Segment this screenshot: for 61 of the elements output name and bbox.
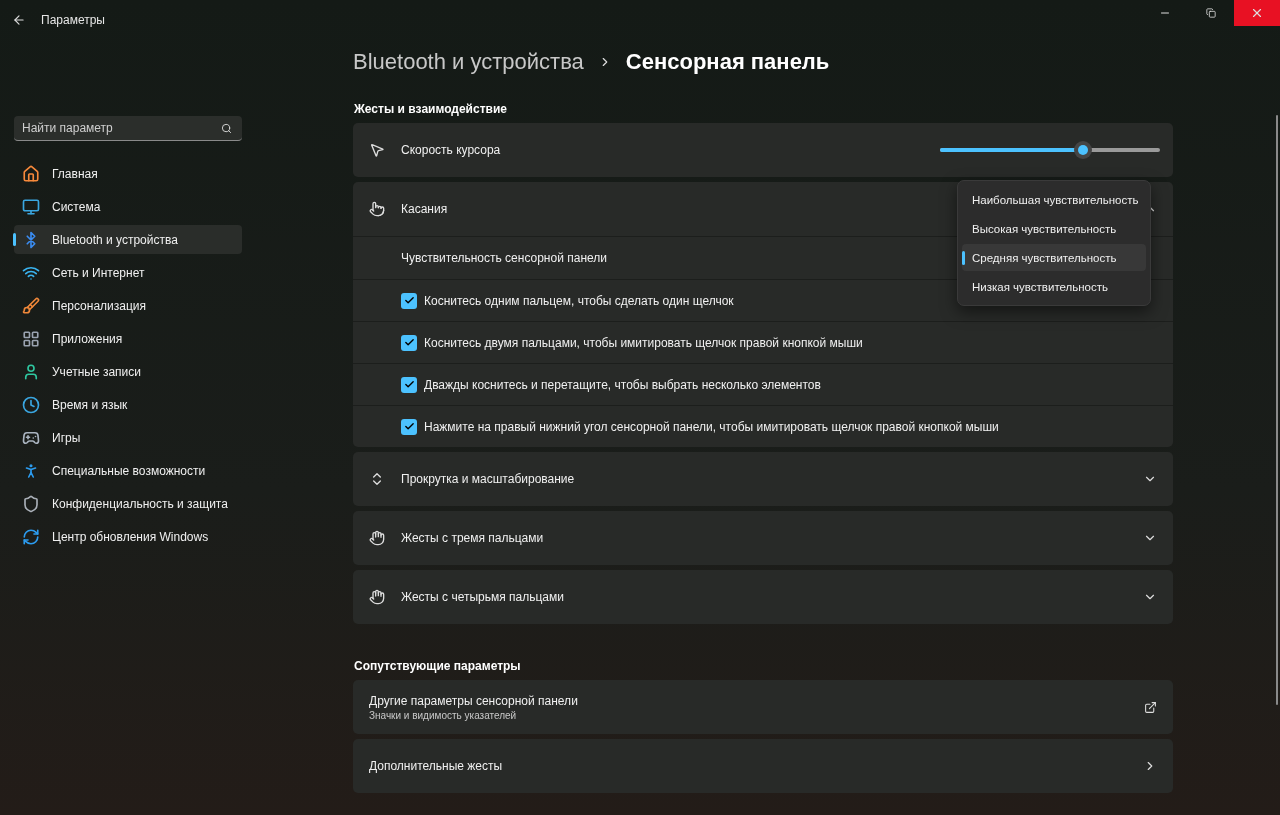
checkmark-icon: [403, 421, 415, 432]
home-icon: [22, 164, 40, 183]
menu-item[interactable]: Средняя чувствительность: [962, 244, 1146, 271]
touch-hand-icon: [369, 201, 385, 217]
menu-item[interactable]: Низкая чувствительность: [962, 273, 1146, 300]
brush-icon: [22, 296, 40, 315]
setting-label: Скорость курсора: [401, 143, 502, 157]
setting-label: Жесты с тремя пальцами: [401, 531, 545, 545]
search-field[interactable]: Найти параметр: [14, 116, 242, 141]
menu-item[interactable]: Высокая чувствительность: [962, 215, 1146, 242]
link-title: Дополнительные жесты: [369, 759, 504, 773]
link-card[interactable]: Другие параметры сенсорной панели Значки и видимость указателей: [353, 680, 1173, 734]
external-link-icon: [1144, 700, 1157, 714]
section-title: Сопутствующие параметры: [354, 659, 522, 673]
search-icon: [221, 123, 232, 134]
section-title: Жесты и взаимодействие: [354, 102, 508, 116]
nav-item[interactable]: Центр обновления Windows: [14, 522, 242, 551]
clock-icon: [22, 395, 40, 414]
nav-item[interactable]: Конфиденциальность и защита: [14, 489, 242, 518]
checkbox-label: Дважды коснитесь и перетащите, чтобы выбрать несколько элементов: [424, 377, 822, 392]
shield-icon: [22, 494, 40, 513]
checkbox[interactable]: [401, 292, 417, 309]
cursor-icon: [369, 142, 385, 158]
setting-label: Чувствительность сенсорной панели: [400, 251, 607, 265]
hand-icon: [369, 530, 385, 546]
nav-item[interactable]: Система: [14, 192, 242, 221]
restore-icon: [1206, 8, 1216, 18]
checkbox[interactable]: [401, 418, 417, 435]
nav-item[interactable]: Персонализация: [14, 291, 242, 320]
nav-item[interactable]: Учетные записи: [14, 357, 242, 386]
apps-grid-icon: [22, 329, 40, 348]
checkmark-icon: [403, 337, 415, 348]
menu-item[interactable]: Наибольшая чувствительность: [962, 186, 1146, 213]
close-icon: [1250, 6, 1264, 20]
checkbox-label: Нажмите на правый нижний угол сенсорной панели, чтобы имитировать щелчок правой кнопкой мыши: [424, 419, 1000, 434]
nav-item[interactable]: Bluetooth и устройства: [14, 225, 242, 254]
breadcrumb-link[interactable]: Bluetooth и устройства: [353, 49, 584, 75]
checkbox[interactable]: [401, 376, 417, 393]
nav-item[interactable]: Главная: [14, 159, 242, 188]
nav-item[interactable]: Приложения: [14, 324, 242, 353]
link-card[interactable]: Дополнительные жесты: [353, 739, 1173, 793]
checkbox[interactable]: [401, 334, 417, 351]
nav-item[interactable]: Специальные возможности: [14, 456, 242, 485]
page-title: Сенсорная панель: [625, 49, 830, 75]
hand-icon: [369, 589, 385, 605]
nav-item[interactable]: Сеть и Интернет: [14, 258, 242, 287]
refresh-icon: [22, 527, 40, 546]
checkbox-label: Коснитесь одним пальцем, чтобы сделать один щелчок: [424, 293, 735, 308]
slider-thumb[interactable]: [1074, 141, 1092, 159]
person-icon: [22, 362, 40, 381]
setting-label: Прокрутка и масштабирование: [401, 472, 576, 486]
setting-label: Жесты с четырьмя пальцами: [401, 590, 565, 604]
checkmark-icon: [403, 295, 415, 306]
nav-item[interactable]: Игры: [14, 423, 242, 452]
monitor-icon: [22, 197, 40, 216]
checkbox-label: Коснитесь двумя пальцами, чтобы имитировать щелчок правой кнопкой мыши: [424, 335, 864, 350]
link-title: Другие параметры сенсорной панели: [369, 693, 579, 708]
nav-item[interactable]: Время и язык: [14, 390, 242, 419]
link-subtitle: Значки и видимость указателей: [369, 709, 518, 721]
window-title: Параметры: [41, 13, 106, 27]
checkmark-icon: [403, 379, 415, 390]
